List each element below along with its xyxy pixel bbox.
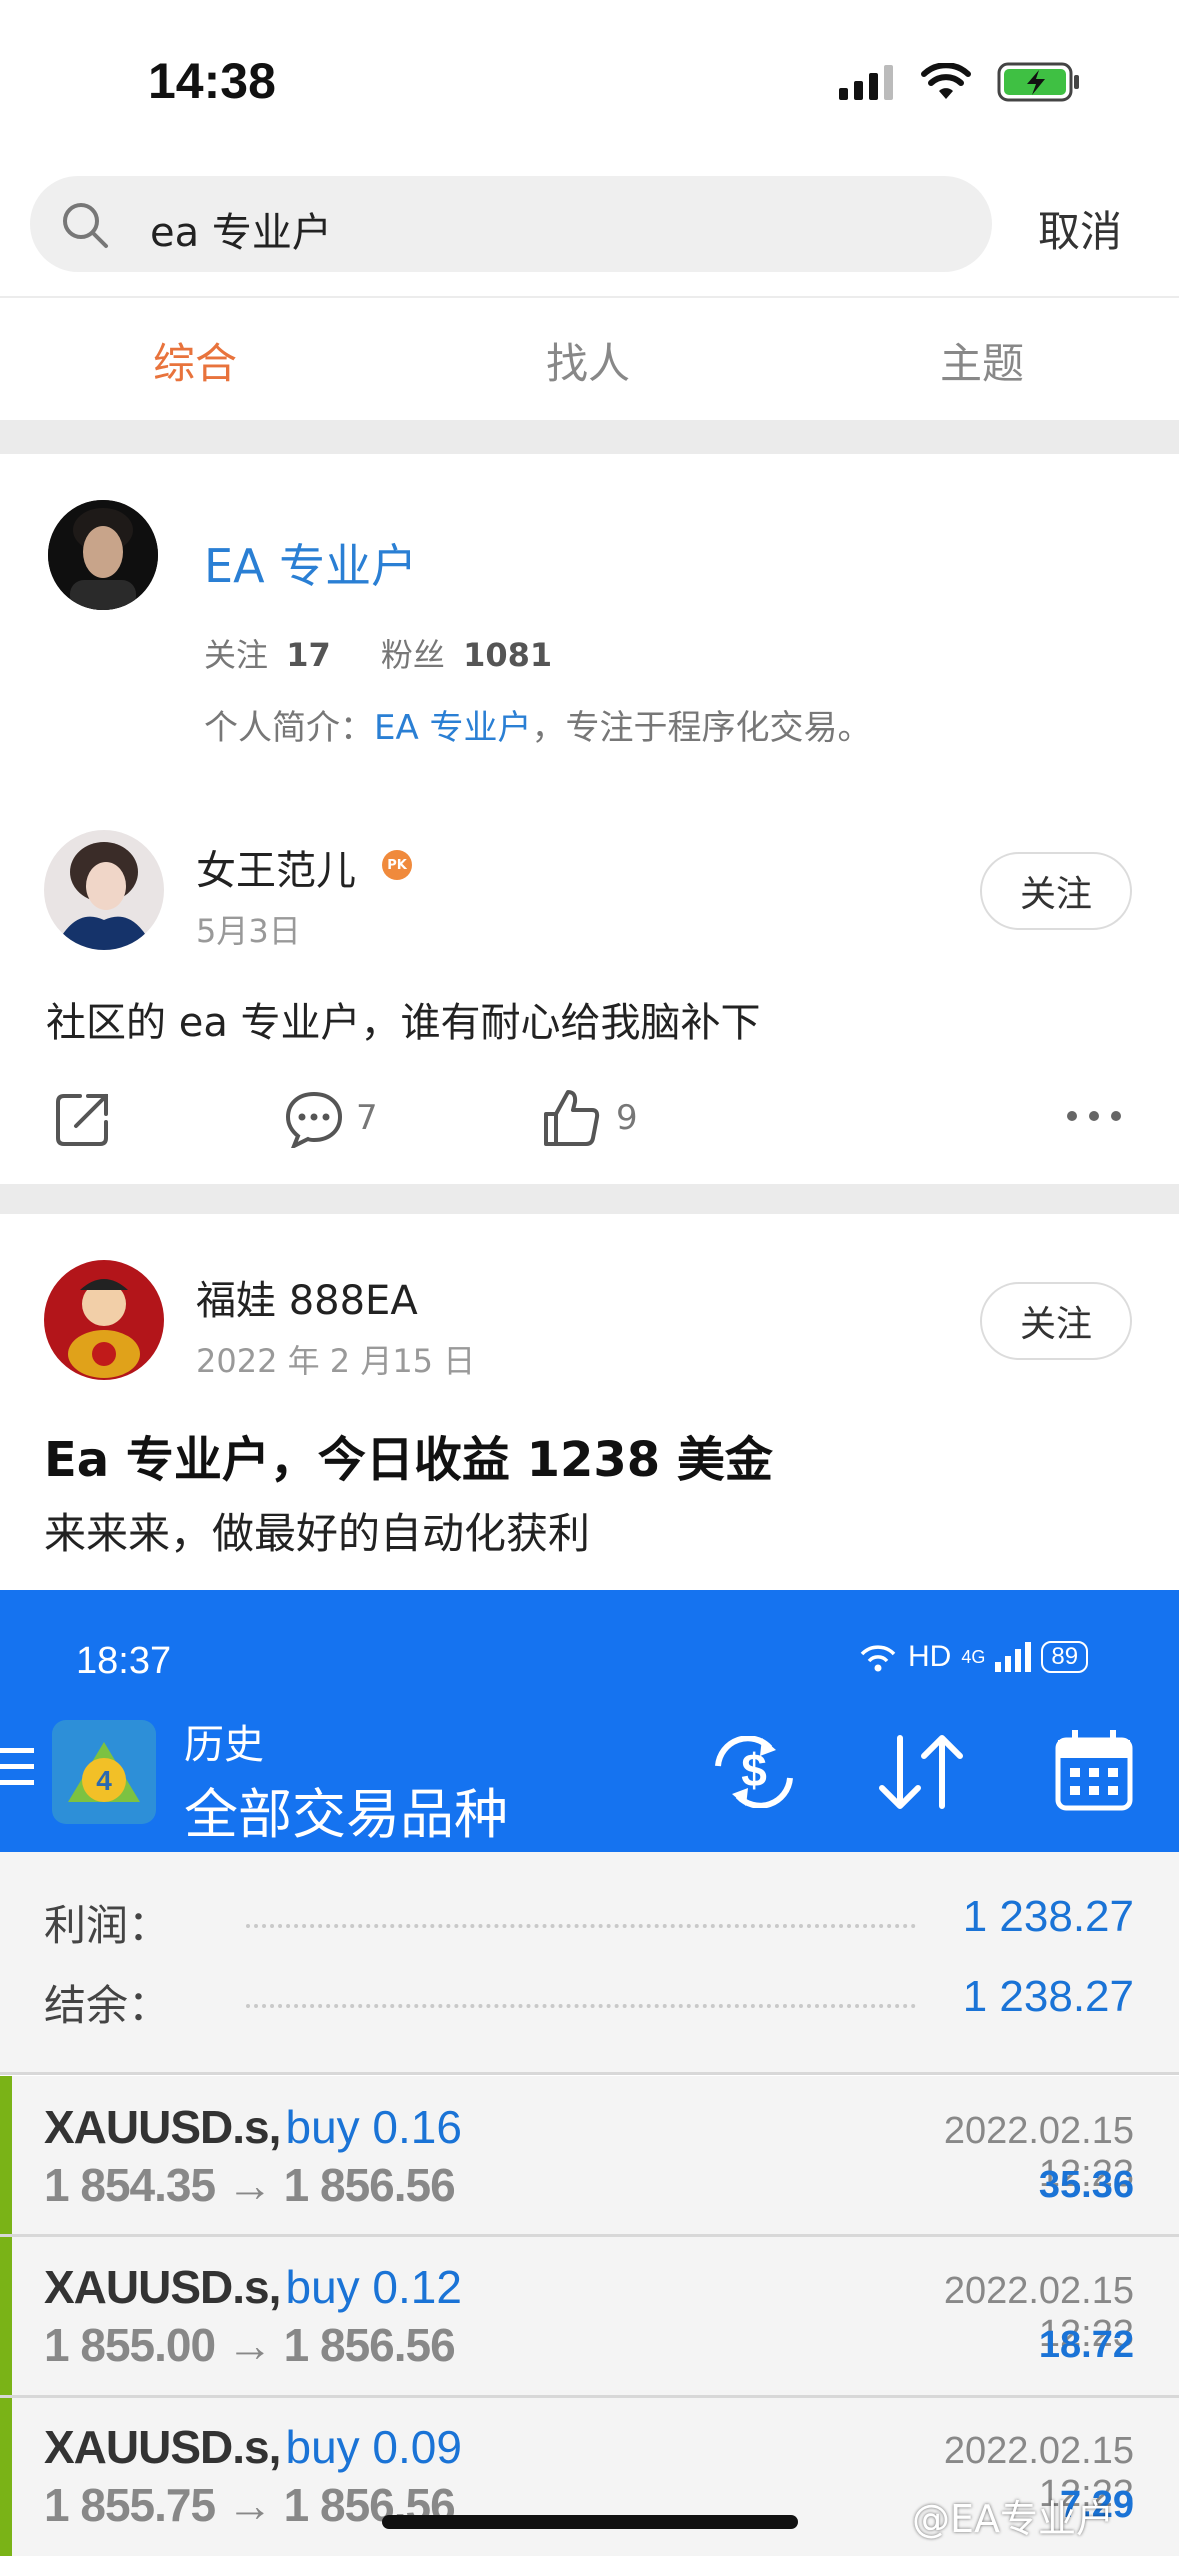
trade-symbol: XAUUSD.s, <box>44 2261 281 2313</box>
signal-icon <box>995 1642 1032 1672</box>
trade-side: buy 0.09 <box>285 2421 462 2473</box>
more-icon[interactable] <box>1064 1108 1124 1124</box>
mt4-summary <box>0 1852 1179 2072</box>
bio-prefix: 个人简介： <box>204 708 374 748</box>
sort-icon[interactable] <box>878 1734 964 1810</box>
avatar-fortune-doll-icon <box>44 1260 164 1380</box>
mt4-header-large[interactable]: 全部交易品种 <box>184 1770 508 1849</box>
search-icon <box>63 203 108 248</box>
svg-text:4: 4 <box>96 1765 112 1796</box>
mt4-status-icons: HD 4G 89 <box>858 1640 1089 1674</box>
trade-title: XAUUSD.s, buy 0.09 <box>44 2420 462 2474</box>
hamburger-menu-icon[interactable] <box>0 1746 34 1788</box>
divider <box>0 296 1179 298</box>
balance-value: 1 238.27 <box>962 1972 1134 2021</box>
comment-icon[interactable] <box>284 1090 344 1148</box>
trade-indicator-bar <box>0 2237 12 2395</box>
post-author-avatar[interactable] <box>44 830 164 950</box>
section-separator <box>0 1184 1179 1214</box>
avatar-portrait-icon <box>48 500 158 610</box>
mt4-header <box>0 1590 1179 1852</box>
tab-comprehensive[interactable]: 综合 <box>95 330 295 391</box>
bio-suffix: ，专注于程序化交易。 <box>531 708 872 748</box>
trade-profit: 35.36 <box>1038 2164 1134 2206</box>
post-title[interactable]: Ea 专业户，今日收益 1238 美金 <box>44 1420 773 1490</box>
network-label: HD <box>908 1640 952 1673</box>
trade-side: buy 0.12 <box>285 2261 462 2313</box>
post-date: 5月3日 <box>196 912 301 950</box>
post-author-name[interactable]: 福娃 888EA <box>196 1268 418 1326</box>
user-avatar[interactable] <box>48 500 158 610</box>
calendar-icon[interactable] <box>1054 1728 1134 1812</box>
follow-count: 17 <box>286 636 331 674</box>
comment-count: 7 <box>356 1098 378 1138</box>
share-icon[interactable] <box>54 1090 112 1148</box>
profit-label: 利润： <box>44 1901 171 1950</box>
svg-text:$: $ <box>741 1744 767 1796</box>
trade-symbol: XAUUSD.s, <box>44 2421 281 2473</box>
section-separator <box>0 420 1179 454</box>
trade-indicator-bar <box>0 2076 12 2234</box>
trade-prices: 1 854.35 → 1 856.56 <box>44 2159 456 2211</box>
user-stats: 关注 17 粉丝 1081 <box>204 630 552 676</box>
search-input[interactable]: ea 专业户 <box>150 200 332 258</box>
trade-side: buy 0.16 <box>285 2101 462 2153</box>
post-author-avatar[interactable] <box>44 1260 164 1380</box>
fans-label: 粉丝 <box>380 636 445 674</box>
fans-count: 1081 <box>463 636 553 674</box>
trade-prices: 1 855.00 → 1 856.56 <box>44 2319 456 2371</box>
post-text[interactable]: 社区的 ea 专业户，谁有耐心给我脑补下 <box>46 990 761 1048</box>
post-author-name[interactable]: 女王范儿 <box>196 838 356 896</box>
bio-link[interactable]: EA 专业户 <box>374 708 532 748</box>
mt4-status-time: 18:37 <box>76 1640 172 1682</box>
post-date: 2022 年 2 月15 日 <box>196 1342 476 1380</box>
like-icon[interactable] <box>542 1088 602 1148</box>
pk-badge: PK <box>382 850 412 880</box>
cancel-button[interactable]: 取消 <box>1038 198 1122 259</box>
follow-button[interactable]: 关注 <box>980 852 1132 930</box>
wifi-icon <box>860 1645 896 1672</box>
trade-title: XAUUSD.s, buy 0.12 <box>44 2260 462 2314</box>
post-text[interactable]: 来来来，做最好的自动化获利 <box>44 1500 590 1561</box>
trade-indicator-bar <box>0 2398 12 2556</box>
status-time: 14:38 <box>148 53 276 109</box>
tab-people[interactable]: 找人 <box>488 330 688 391</box>
metatrader-logo-icon: 4 <box>52 1720 156 1824</box>
tab-topics[interactable]: 主题 <box>882 330 1082 391</box>
divider <box>0 2072 1179 2075</box>
wifi-icon <box>921 63 971 99</box>
avatar-portrait-icon <box>44 830 164 950</box>
status-icons <box>839 62 1081 102</box>
trade-symbol: XAUUSD.s, <box>44 2101 281 2153</box>
user-name[interactable]: EA 专业户 <box>204 530 417 596</box>
trade-title: XAUUSD.s, buy 0.16 <box>44 2100 462 2154</box>
mt4-header-small: 历史 <box>184 1722 264 1768</box>
dotted-leader <box>246 2004 916 2008</box>
signal-type: 4G <box>961 1646 986 1667</box>
dotted-leader <box>246 1924 916 1928</box>
follow-button[interactable]: 关注 <box>980 1282 1132 1360</box>
like-count: 9 <box>616 1098 638 1138</box>
battery-charging-icon <box>997 62 1079 102</box>
signal-icon <box>839 65 893 100</box>
home-indicator[interactable] <box>382 2515 798 2529</box>
follow-label: 关注 <box>204 636 269 674</box>
user-bio: 个人简介：EA 专业户，专注于程序化交易。 <box>204 700 872 749</box>
balance-label: 结余： <box>44 1981 171 2030</box>
profit-value: 1 238.27 <box>962 1892 1134 1941</box>
battery-level: 89 <box>1041 1641 1089 1673</box>
watermark: @EA专业户 <box>912 2497 1115 2541</box>
currency-exchange-icon[interactable]: $ <box>708 1736 800 1808</box>
trade-profit: 18.72 <box>1038 2324 1134 2366</box>
